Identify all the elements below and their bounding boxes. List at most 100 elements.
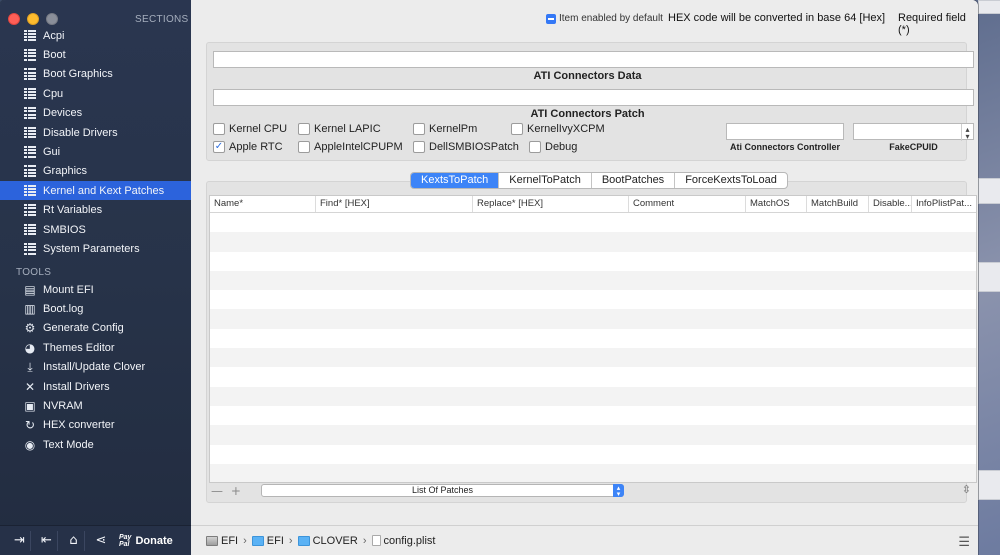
table-row[interactable]: [210, 425, 976, 445]
close-button[interactable]: [8, 13, 20, 25]
paypal-line-1: Pay: [119, 533, 132, 541]
table-row[interactable]: [210, 309, 976, 329]
path-crumb[interactable]: EFI: [251, 535, 284, 547]
minimize-button[interactable]: [27, 13, 39, 25]
sidebar-item-install-update-clover[interactable]: ⤓ Install/Update Clover: [0, 358, 191, 377]
column-header[interactable]: Replace* [HEX]: [473, 196, 629, 212]
sidebar-item-cpu[interactable]: Cpu: [0, 84, 191, 103]
table-row[interactable]: [210, 405, 976, 426]
sidebar-item-themes-editor[interactable]: ◕ Themes Editor: [0, 338, 191, 357]
table-body[interactable]: [210, 213, 976, 482]
column-header[interactable]: MatchOS: [746, 196, 807, 212]
table-row[interactable]: [210, 348, 976, 368]
sidebar-item-hex-converter[interactable]: ↻ HEX converter: [0, 416, 191, 435]
sidebar-item-boot-log[interactable]: ▥ Boot.log: [0, 299, 191, 318]
gear-icon: ⚙: [24, 321, 36, 336]
checkbox-unchecked-icon[interactable]: [413, 141, 425, 153]
sidebar-item-nvram[interactable]: ▣ NVRAM: [0, 396, 191, 415]
sidebar-item-mount-efi[interactable]: ▤ Mount EFI: [0, 280, 191, 299]
sidebar-item-system-parameters[interactable]: System Parameters: [0, 239, 191, 258]
checkbox-unchecked-icon[interactable]: [298, 123, 310, 135]
path-crumb[interactable]: config.plist: [371, 535, 436, 547]
column-header[interactable]: Find* [HEX]: [316, 196, 473, 212]
column-header[interactable]: Disable...: [869, 196, 912, 212]
table-row[interactable]: [210, 463, 976, 482]
ati-connectors-patch-input[interactable]: [213, 89, 974, 106]
home-icon[interactable]: ⌂: [63, 530, 85, 551]
path-crumb[interactable]: EFI: [206, 535, 238, 547]
desktop-file-icon[interactable]: [978, 262, 1000, 292]
column-header[interactable]: Name*: [210, 196, 316, 212]
checkbox-appleintelcpupm[interactable]: AppleIntelCPUPM: [298, 141, 403, 153]
sidebar-item-install-drivers[interactable]: ✕ Install Drivers: [0, 377, 191, 396]
add-remove-buttons[interactable]: — +: [211, 484, 243, 498]
sidebar-item-label: Boot Graphics: [43, 68, 113, 81]
desktop-file-icon[interactable]: [978, 178, 1000, 204]
list-icon: [24, 126, 36, 139]
menu-icon[interactable]: ☰: [958, 535, 970, 550]
table-row[interactable]: [210, 386, 976, 406]
table-row[interactable]: [210, 213, 976, 233]
checkbox-unchecked-icon[interactable]: [511, 123, 523, 135]
column-header[interactable]: InfoPlistPat...: [912, 196, 976, 212]
checkbox-kernelivyxcpm[interactable]: KernelIvyXCPM: [511, 123, 605, 135]
patch-list-popup[interactable]: List Of Patches ▴ ▾: [261, 484, 624, 497]
export-icon[interactable]: ⇤: [36, 530, 58, 551]
desktop-file-icon[interactable]: [978, 0, 1000, 14]
ati-connectors-controller-input[interactable]: [726, 123, 844, 140]
table-row[interactable]: [210, 367, 976, 387]
table-row[interactable]: [210, 290, 976, 310]
sidebar-item-rt-variables[interactable]: Rt Variables: [0, 201, 191, 220]
sidebar-item-graphics[interactable]: Graphics: [0, 162, 191, 181]
column-header[interactable]: MatchBuild: [807, 196, 869, 212]
list-icon: [24, 204, 36, 216]
tab-kerneltopatch[interactable]: KernelToPatch: [499, 173, 592, 188]
table-row[interactable]: [210, 328, 976, 349]
checkbox-debug[interactable]: Debug: [529, 141, 577, 153]
tab-bootpatches[interactable]: BootPatches: [592, 173, 676, 188]
sidebar-item-smbios[interactable]: SMBIOS: [0, 220, 191, 239]
sidebar-item-devices[interactable]: Devices: [0, 104, 191, 123]
path-crumb[interactable]: CLOVER: [297, 535, 358, 547]
patch-list-popup-value: List Of Patches: [411, 485, 474, 495]
tab-forcekextstoload[interactable]: ForceKextsToLoad: [675, 173, 787, 188]
checkbox-unchecked-icon[interactable]: [213, 123, 225, 135]
checkbox-kernel-cpu[interactable]: Kernel CPU: [213, 123, 287, 135]
sidebar-item-label: Install Drivers: [43, 380, 110, 393]
checkbox-label: Debug: [545, 141, 578, 153]
table-row[interactable]: [210, 444, 976, 464]
share-icon[interactable]: ⋖: [90, 531, 112, 551]
sidebar-item-text-mode[interactable]: ◉ Text Mode: [0, 435, 191, 454]
checkbox-kernelpm[interactable]: KernelPm: [413, 123, 477, 135]
sidebar-item-generate-config[interactable]: ⚙ Generate Config: [0, 319, 191, 338]
table-row[interactable]: [210, 232, 976, 252]
column-header[interactable]: Comment: [629, 196, 746, 212]
sidebar-item-boot[interactable]: Boot: [0, 45, 191, 64]
sidebar-item-gui[interactable]: Gui: [0, 142, 191, 161]
sidebar-item-kernel-and-kext-patches[interactable]: Kernel and Kext Patches: [0, 181, 191, 201]
import-icon[interactable]: ⇥: [9, 530, 31, 551]
checkbox-unchecked-icon[interactable]: [298, 141, 310, 153]
sidebar-item-disable-drivers[interactable]: Disable Drivers: [0, 123, 191, 142]
table-row[interactable]: [210, 270, 976, 291]
checkbox-unchecked-icon[interactable]: [413, 123, 425, 135]
checkbox-checked-icon[interactable]: [213, 141, 225, 153]
checkbox-unchecked-icon[interactable]: [529, 141, 541, 153]
ati-connectors-data-input[interactable]: [213, 51, 974, 68]
fakecpuid-combobox[interactable]: ▴ ▾: [853, 123, 974, 141]
donate-button[interactable]: Donate: [135, 535, 172, 547]
patches-table[interactable]: Name* Find* [HEX] Replace* [HEX] Comment Mat…: [209, 195, 977, 483]
desktop-file-icon[interactable]: [978, 470, 1000, 500]
checkbox-dellsmbiospatch[interactable]: DellSMBIOSPatch: [413, 141, 519, 153]
checkbox-apple-rtc[interactable]: Apple RTC: [213, 141, 283, 153]
ati-connectors-patch-label: ATI Connectors Patch: [530, 108, 645, 120]
tab-kextstopatch[interactable]: KextsToPatch: [411, 173, 500, 188]
sidebar-item-acpi[interactable]: Acpi: [0, 26, 191, 45]
stepper-icon[interactable]: ▴ ▾: [961, 124, 973, 141]
sidebar-item-boot-graphics[interactable]: Boot Graphics: [0, 65, 191, 84]
column-resize-icon[interactable]: ⇳: [962, 483, 971, 496]
checkbox-kernel-lapic[interactable]: Kernel LAPIC: [298, 123, 381, 135]
table-row[interactable]: [210, 251, 976, 271]
zoom-button[interactable]: [46, 13, 58, 25]
path-crumb-label: EFI: [221, 534, 239, 547]
